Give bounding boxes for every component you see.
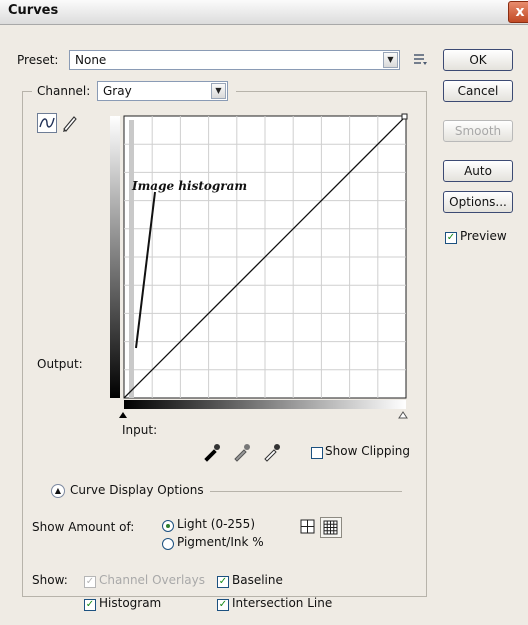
baseline-label[interactable]: Baseline: [232, 573, 283, 587]
channel-value: Gray: [103, 84, 132, 98]
show-clipping-label[interactable]: Show Clipping: [325, 444, 410, 458]
pigment-radio[interactable]: [162, 538, 174, 550]
black-point-eyedropper-icon[interactable]: [202, 442, 222, 462]
curve-endpoint: [401, 113, 408, 120]
chevron-down-icon: ▼: [383, 52, 398, 68]
channel-select[interactable]: Gray ▼: [97, 81, 228, 101]
channel-group-line-left: [22, 91, 32, 92]
cancel-button[interactable]: Cancel: [443, 80, 513, 102]
chevron-down-icon: ▼: [211, 83, 226, 99]
preset-value: None: [75, 53, 107, 67]
channel-group-line-right: [236, 91, 426, 92]
group-border-right: [426, 91, 427, 596]
collapse-chevron-icon[interactable]: ▲: [51, 484, 65, 498]
light-radio[interactable]: [162, 520, 174, 532]
white-point-eyedropper-icon[interactable]: [262, 442, 282, 462]
close-icon: x: [515, 4, 525, 20]
group-border-bottom: [22, 596, 427, 597]
curve-point-tool-icon[interactable]: [37, 113, 57, 133]
histogram-annotation: Image histogram: [132, 179, 248, 193]
pigment-label[interactable]: Pigment/Ink %: [177, 535, 264, 549]
show-clipping-checkbox[interactable]: [311, 447, 323, 459]
preview-checkbox[interactable]: ✓: [445, 232, 457, 244]
ok-button[interactable]: OK: [443, 49, 513, 71]
show-label: Show:: [32, 573, 68, 587]
simple-grid-icon[interactable]: [299, 518, 317, 536]
histogram-checkbox[interactable]: ✓: [84, 599, 96, 611]
histogram-label[interactable]: Histogram: [99, 596, 161, 610]
smooth-button[interactable]: Smooth: [443, 120, 513, 142]
curves-graph[interactable]: [110, 110, 410, 420]
preset-select[interactable]: None ▼: [69, 50, 400, 70]
title-bar: Curves x: [0, 0, 528, 25]
light-label[interactable]: Light (0-255): [177, 517, 255, 531]
options-button[interactable]: Options...: [443, 191, 513, 213]
preset-options-icon[interactable]: [412, 52, 428, 66]
pencil-tool-icon[interactable]: [60, 113, 80, 133]
gray-point-eyedropper-icon[interactable]: [232, 442, 252, 462]
black-point-slider: [119, 412, 127, 418]
close-button[interactable]: x: [508, 1, 528, 23]
preset-label: Preset:: [17, 53, 59, 67]
intersection-line-checkbox[interactable]: ✓: [217, 599, 229, 611]
detailed-grid-icon[interactable]: [320, 517, 342, 538]
output-label: Output:: [37, 357, 83, 371]
channel-overlays-label[interactable]: Channel Overlays: [99, 573, 205, 587]
input-label: Input:: [122, 423, 158, 437]
image-histogram: [129, 120, 134, 398]
white-point-slider: [398, 411, 408, 419]
preview-label[interactable]: Preview: [460, 229, 507, 243]
channel-label: Channel:: [37, 84, 91, 98]
window-title: Curves: [8, 3, 59, 18]
curve-display-options-line: [210, 491, 402, 492]
auto-button[interactable]: Auto: [443, 160, 513, 182]
curve-display-options-label: Curve Display Options: [70, 483, 204, 497]
input-gradient-bar: [124, 400, 406, 409]
show-amount-label: Show Amount of:: [32, 520, 135, 534]
intersection-line-label[interactable]: Intersection Line: [232, 596, 332, 610]
baseline-checkbox[interactable]: ✓: [217, 576, 229, 588]
output-gradient-bar: [110, 116, 120, 398]
group-border-left: [22, 91, 23, 596]
channel-overlays-checkbox[interactable]: ✓: [84, 576, 96, 588]
